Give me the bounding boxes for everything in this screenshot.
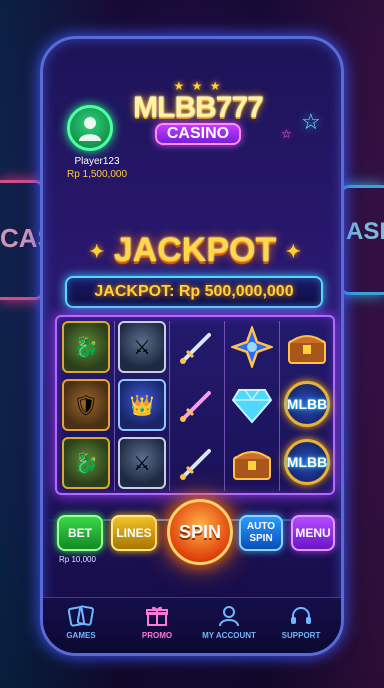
cards-icon: [68, 605, 94, 627]
treasure-chest-icon: [233, 451, 271, 480]
reel-column-1: 🐉 🛡 🐉: [59, 321, 113, 491]
lines-button[interactable]: LINES: [111, 515, 157, 551]
bottom-nav: GAMES PROMO MY ACCOUNT SUPPORT: [43, 597, 341, 653]
nav-item-my-account[interactable]: MY ACCOUNT: [191, 604, 267, 640]
treasure-chest-icon: [288, 335, 326, 364]
star-emblem-icon: [231, 326, 273, 368]
jackpot-heading: ✦ JACKPOT ✦: [43, 231, 341, 270]
jackpot-title: JACKPOT: [113, 231, 277, 269]
player-avatar[interactable]: [67, 105, 113, 151]
sword-symbol: [173, 437, 221, 489]
auto-spin-label-line1: AUTO: [246, 521, 276, 532]
auto-spin-button[interactable]: AUTO SPIN: [239, 515, 283, 551]
reel-column-2: ⚔ 👑 ⚔: [114, 321, 168, 491]
logo-title: MLBB777: [133, 91, 264, 124]
menu-button[interactable]: MENU: [291, 515, 335, 551]
star-emblem-symbol: [228, 321, 276, 373]
knight-symbol: ⚔: [118, 437, 166, 489]
treasure-chest-symbol: [228, 437, 276, 489]
game-logo: ★ ★ ★ MLBB777 CASINO: [123, 79, 273, 145]
player-name: Player123: [74, 156, 120, 167]
treasure-chest-symbol: [283, 321, 331, 373]
sword-icon: [180, 449, 211, 480]
nav-label-games: GAMES: [66, 631, 96, 640]
knight-symbol: ⚔: [118, 321, 166, 373]
game-screen: ★ ★ ★ MLBB777 CASINO ☆ ☆ Player123 Rp 1,…: [43, 39, 341, 653]
dragon-symbol: 🐉: [62, 437, 110, 489]
bet-amount: Rp 10,000: [59, 555, 96, 564]
star-icon: ✦: [285, 241, 301, 262]
decorative-star-icon: ☆: [281, 127, 292, 141]
nav-label-support: SUPPORT: [281, 631, 321, 640]
star-icon: ✦: [89, 241, 105, 262]
slot-reels: 🐉 🛡 🐉 ⚔ 👑 ⚔ MLBB MLBB: [55, 315, 335, 495]
background-casino-sign-left: CASI: [0, 180, 45, 300]
nav-item-support[interactable]: SUPPORT: [263, 604, 339, 640]
nav-label-account: MY ACCOUNT: [202, 631, 256, 640]
sword-symbol: [173, 321, 221, 373]
hero-mage-symbol: 👑: [118, 379, 166, 431]
decorative-star-icon: ☆: [301, 109, 321, 134]
hero-warrior-symbol: 🛡: [62, 379, 110, 431]
user-account-icon: [219, 606, 239, 627]
headset-icon: [291, 607, 311, 624]
auto-spin-label-line2: SPIN: [249, 533, 273, 544]
nav-item-promo[interactable]: PROMO: [119, 604, 195, 640]
phone-frame: ★ ★ ★ MLBB777 CASINO ☆ ☆ Player123 Rp 1,…: [40, 36, 344, 656]
mlbb-coin-text: MLBB: [286, 396, 328, 412]
reel-column-4: [224, 321, 278, 491]
mlbb-coin-symbol: MLBB: [284, 439, 330, 485]
diamond-symbol: [228, 379, 276, 431]
sword-icon: [180, 391, 211, 422]
reel-column-5: MLBB MLBB: [279, 321, 333, 491]
dragon-symbol: 🐉: [62, 321, 110, 373]
gift-icon: [146, 606, 168, 626]
user-icon: [79, 117, 101, 141]
sword-icon: [180, 333, 211, 364]
nav-item-games[interactable]: GAMES: [43, 604, 119, 640]
reel-column-3: [169, 321, 223, 491]
sword-symbol: [173, 379, 221, 431]
bet-button[interactable]: BET: [57, 515, 103, 551]
spin-button[interactable]: SPIN: [167, 499, 233, 565]
mlbb-coin-text: MLBB: [286, 454, 328, 470]
mlbb-coin-symbol: MLBB: [284, 381, 330, 427]
logo-subtitle: CASINO: [154, 123, 242, 145]
player-balance: Rp 1,500,000: [66, 169, 128, 180]
diamond-icon: [231, 389, 273, 424]
nav-label-promo: PROMO: [141, 631, 173, 640]
background-casino-sign-right: ASINO: [339, 185, 384, 295]
jackpot-amount-bar: JACKPOT: Rp 500,000,000: [65, 276, 323, 308]
